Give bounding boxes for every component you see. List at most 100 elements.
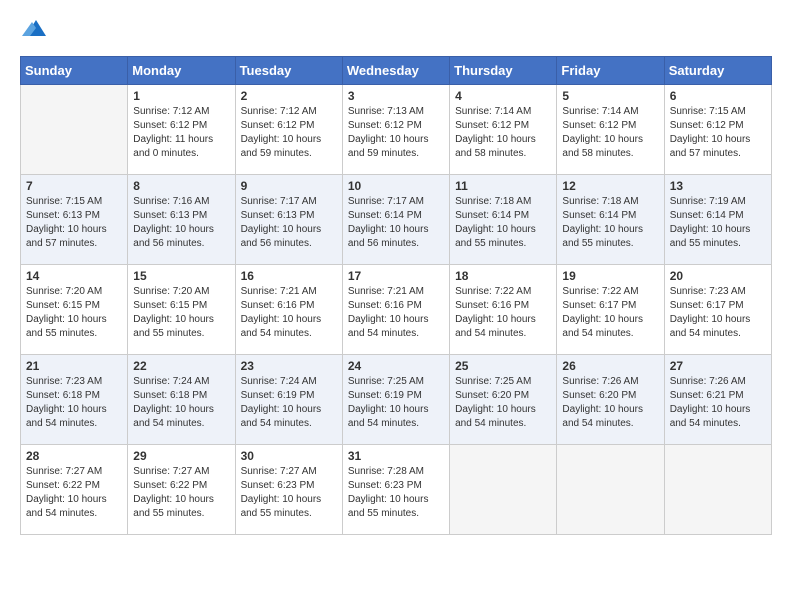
cell-content: Sunrise: 7:22 AM Sunset: 6:17 PM Dayligh… xyxy=(562,285,658,341)
logo xyxy=(20,20,46,40)
cell-content: Sunrise: 7:23 AM Sunset: 6:17 PM Dayligh… xyxy=(670,285,766,341)
calendar-cell: 16Sunrise: 7:21 AM Sunset: 6:16 PM Dayli… xyxy=(235,265,342,355)
calendar-week-row: 1 Sunrise: 7:12 AM Sunset: 6:12 PM Daylig… xyxy=(21,85,772,175)
day-number: 7 xyxy=(26,179,122,193)
day-number: 5 xyxy=(562,89,658,103)
calendar-cell: 17 Sunrise: 7:21 AM Sunset: 6:16 PM Dayli… xyxy=(342,265,449,355)
day-number: 1 xyxy=(133,89,229,103)
cell-content: Sunrise: 7:14 AM Sunset: 6:12 PM Dayligh… xyxy=(455,105,551,161)
calendar-header-tuesday: Tuesday xyxy=(235,57,342,85)
day-number: 11 xyxy=(455,179,551,193)
calendar-cell: 5 Sunrise: 7:14 AM Sunset: 6:12 PM Daylig… xyxy=(557,85,664,175)
cell-content: Sunrise: 7:12 AM Sunset: 6:12 PM Dayligh… xyxy=(133,105,229,161)
calendar-cell: 10Sunrise: 7:17 AM Sunset: 6:14 PM Dayli… xyxy=(342,175,449,265)
day-number: 13 xyxy=(670,179,766,193)
day-number: 26 xyxy=(562,359,658,373)
cell-content: Sunrise: 7:18 AM Sunset: 6:14 PM Dayligh… xyxy=(455,195,551,251)
calendar-cell: 19Sunrise: 7:22 AM Sunset: 6:17 PM Dayli… xyxy=(557,265,664,355)
cell-content: Sunrise: 7:26 AM Sunset: 6:20 PM Dayligh… xyxy=(562,375,658,431)
calendar-cell: 31 Sunrise: 7:28 AM Sunset: 6:23 PM Dayli… xyxy=(342,445,449,535)
calendar-header-saturday: Saturday xyxy=(664,57,771,85)
calendar-table: SundayMondayTuesdayWednesdayThursdayFrid… xyxy=(20,56,772,535)
day-number: 2 xyxy=(241,89,337,103)
cell-content: Sunrise: 7:13 AM Sunset: 6:12 PM Dayligh… xyxy=(348,105,444,161)
calendar-cell: 25 Sunrise: 7:25 AM Sunset: 6:20 PM Dayli… xyxy=(450,355,557,445)
cell-content: Sunrise: 7:15 AM Sunset: 6:13 PM Dayligh… xyxy=(26,195,122,251)
calendar-header-wednesday: Wednesday xyxy=(342,57,449,85)
day-number: 27 xyxy=(670,359,766,373)
calendar-cell: 14 Sunrise: 7:20 AM Sunset: 6:15 PM Dayli… xyxy=(21,265,128,355)
day-number: 21 xyxy=(26,359,122,373)
day-number: 28 xyxy=(26,449,122,463)
cell-content: Sunrise: 7:21 AM Sunset: 6:16 PM Dayligh… xyxy=(241,285,337,341)
cell-content: Sunrise: 7:21 AM Sunset: 6:16 PM Dayligh… xyxy=(348,285,444,341)
calendar-cell: 18Sunrise: 7:22 AM Sunset: 6:16 PM Dayli… xyxy=(450,265,557,355)
calendar-cell xyxy=(21,85,128,175)
cell-content: Sunrise: 7:26 AM Sunset: 6:21 PM Dayligh… xyxy=(670,375,766,431)
cell-content: Sunrise: 7:27 AM Sunset: 6:22 PM Dayligh… xyxy=(133,465,229,521)
calendar-cell xyxy=(450,445,557,535)
cell-content: Sunrise: 7:20 AM Sunset: 6:15 PM Dayligh… xyxy=(26,285,122,341)
calendar-week-row: 7 Sunrise: 7:15 AM Sunset: 6:13 PM Daylig… xyxy=(21,175,772,265)
calendar-week-row: 28 Sunrise: 7:27 AM Sunset: 6:22 PM Dayli… xyxy=(21,445,772,535)
calendar-cell: 4 Sunrise: 7:14 AM Sunset: 6:12 PM Daylig… xyxy=(450,85,557,175)
day-number: 23 xyxy=(241,359,337,373)
day-number: 8 xyxy=(133,179,229,193)
calendar-cell: 22 Sunrise: 7:24 AM Sunset: 6:18 PM Dayli… xyxy=(128,355,235,445)
cell-content: Sunrise: 7:25 AM Sunset: 6:19 PM Dayligh… xyxy=(348,375,444,431)
calendar-header-sunday: Sunday xyxy=(21,57,128,85)
day-number: 20 xyxy=(670,269,766,283)
day-number: 29 xyxy=(133,449,229,463)
calendar-cell: 2 Sunrise: 7:12 AM Sunset: 6:12 PM Daylig… xyxy=(235,85,342,175)
calendar-cell: 7 Sunrise: 7:15 AM Sunset: 6:13 PM Daylig… xyxy=(21,175,128,265)
cell-content: Sunrise: 7:14 AM Sunset: 6:12 PM Dayligh… xyxy=(562,105,658,161)
calendar-header-row: SundayMondayTuesdayWednesdayThursdayFrid… xyxy=(21,57,772,85)
cell-content: Sunrise: 7:27 AM Sunset: 6:22 PM Dayligh… xyxy=(26,465,122,521)
calendar-cell: 23 Sunrise: 7:24 AM Sunset: 6:19 PM Dayli… xyxy=(235,355,342,445)
day-number: 12 xyxy=(562,179,658,193)
day-number: 10 xyxy=(348,179,444,193)
calendar-cell: 26 Sunrise: 7:26 AM Sunset: 6:20 PM Dayli… xyxy=(557,355,664,445)
day-number: 15 xyxy=(133,269,229,283)
cell-content: Sunrise: 7:25 AM Sunset: 6:20 PM Dayligh… xyxy=(455,375,551,431)
calendar-cell: 27 Sunrise: 7:26 AM Sunset: 6:21 PM Dayli… xyxy=(664,355,771,445)
calendar-cell: 15 Sunrise: 7:20 AM Sunset: 6:15 PM Dayli… xyxy=(128,265,235,355)
day-number: 18 xyxy=(455,269,551,283)
calendar-cell: 1 Sunrise: 7:12 AM Sunset: 6:12 PM Daylig… xyxy=(128,85,235,175)
cell-content: Sunrise: 7:23 AM Sunset: 6:18 PM Dayligh… xyxy=(26,375,122,431)
cell-content: Sunrise: 7:18 AM Sunset: 6:14 PM Dayligh… xyxy=(562,195,658,251)
calendar-cell: 21 Sunrise: 7:23 AM Sunset: 6:18 PM Dayli… xyxy=(21,355,128,445)
cell-content: Sunrise: 7:19 AM Sunset: 6:14 PM Dayligh… xyxy=(670,195,766,251)
cell-content: Sunrise: 7:12 AM Sunset: 6:12 PM Dayligh… xyxy=(241,105,337,161)
calendar-cell: 11 Sunrise: 7:18 AM Sunset: 6:14 PM Dayli… xyxy=(450,175,557,265)
calendar-cell: 3 Sunrise: 7:13 AM Sunset: 6:12 PM Daylig… xyxy=(342,85,449,175)
calendar-cell xyxy=(557,445,664,535)
page-header xyxy=(20,20,772,40)
cell-content: Sunrise: 7:16 AM Sunset: 6:13 PM Dayligh… xyxy=(133,195,229,251)
day-number: 31 xyxy=(348,449,444,463)
calendar-header-friday: Friday xyxy=(557,57,664,85)
calendar-cell: 29 Sunrise: 7:27 AM Sunset: 6:22 PM Dayli… xyxy=(128,445,235,535)
cell-content: Sunrise: 7:20 AM Sunset: 6:15 PM Dayligh… xyxy=(133,285,229,341)
day-number: 3 xyxy=(348,89,444,103)
calendar-header-thursday: Thursday xyxy=(450,57,557,85)
calendar-week-row: 21 Sunrise: 7:23 AM Sunset: 6:18 PM Dayli… xyxy=(21,355,772,445)
day-number: 17 xyxy=(348,269,444,283)
cell-content: Sunrise: 7:24 AM Sunset: 6:19 PM Dayligh… xyxy=(241,375,337,431)
calendar-week-row: 14 Sunrise: 7:20 AM Sunset: 6:15 PM Dayli… xyxy=(21,265,772,355)
day-number: 22 xyxy=(133,359,229,373)
cell-content: Sunrise: 7:24 AM Sunset: 6:18 PM Dayligh… xyxy=(133,375,229,431)
calendar-cell: 6Sunrise: 7:15 AM Sunset: 6:12 PM Daylig… xyxy=(664,85,771,175)
logo-icon xyxy=(22,18,46,38)
cell-content: Sunrise: 7:15 AM Sunset: 6:12 PM Dayligh… xyxy=(670,105,766,161)
day-number: 4 xyxy=(455,89,551,103)
calendar-cell: 8 Sunrise: 7:16 AM Sunset: 6:13 PM Daylig… xyxy=(128,175,235,265)
calendar-cell xyxy=(664,445,771,535)
day-number: 24 xyxy=(348,359,444,373)
day-number: 14 xyxy=(26,269,122,283)
cell-content: Sunrise: 7:27 AM Sunset: 6:23 PM Dayligh… xyxy=(241,465,337,521)
day-number: 25 xyxy=(455,359,551,373)
calendar-cell: 13 Sunrise: 7:19 AM Sunset: 6:14 PM Dayli… xyxy=(664,175,771,265)
day-number: 30 xyxy=(241,449,337,463)
cell-content: Sunrise: 7:28 AM Sunset: 6:23 PM Dayligh… xyxy=(348,465,444,521)
